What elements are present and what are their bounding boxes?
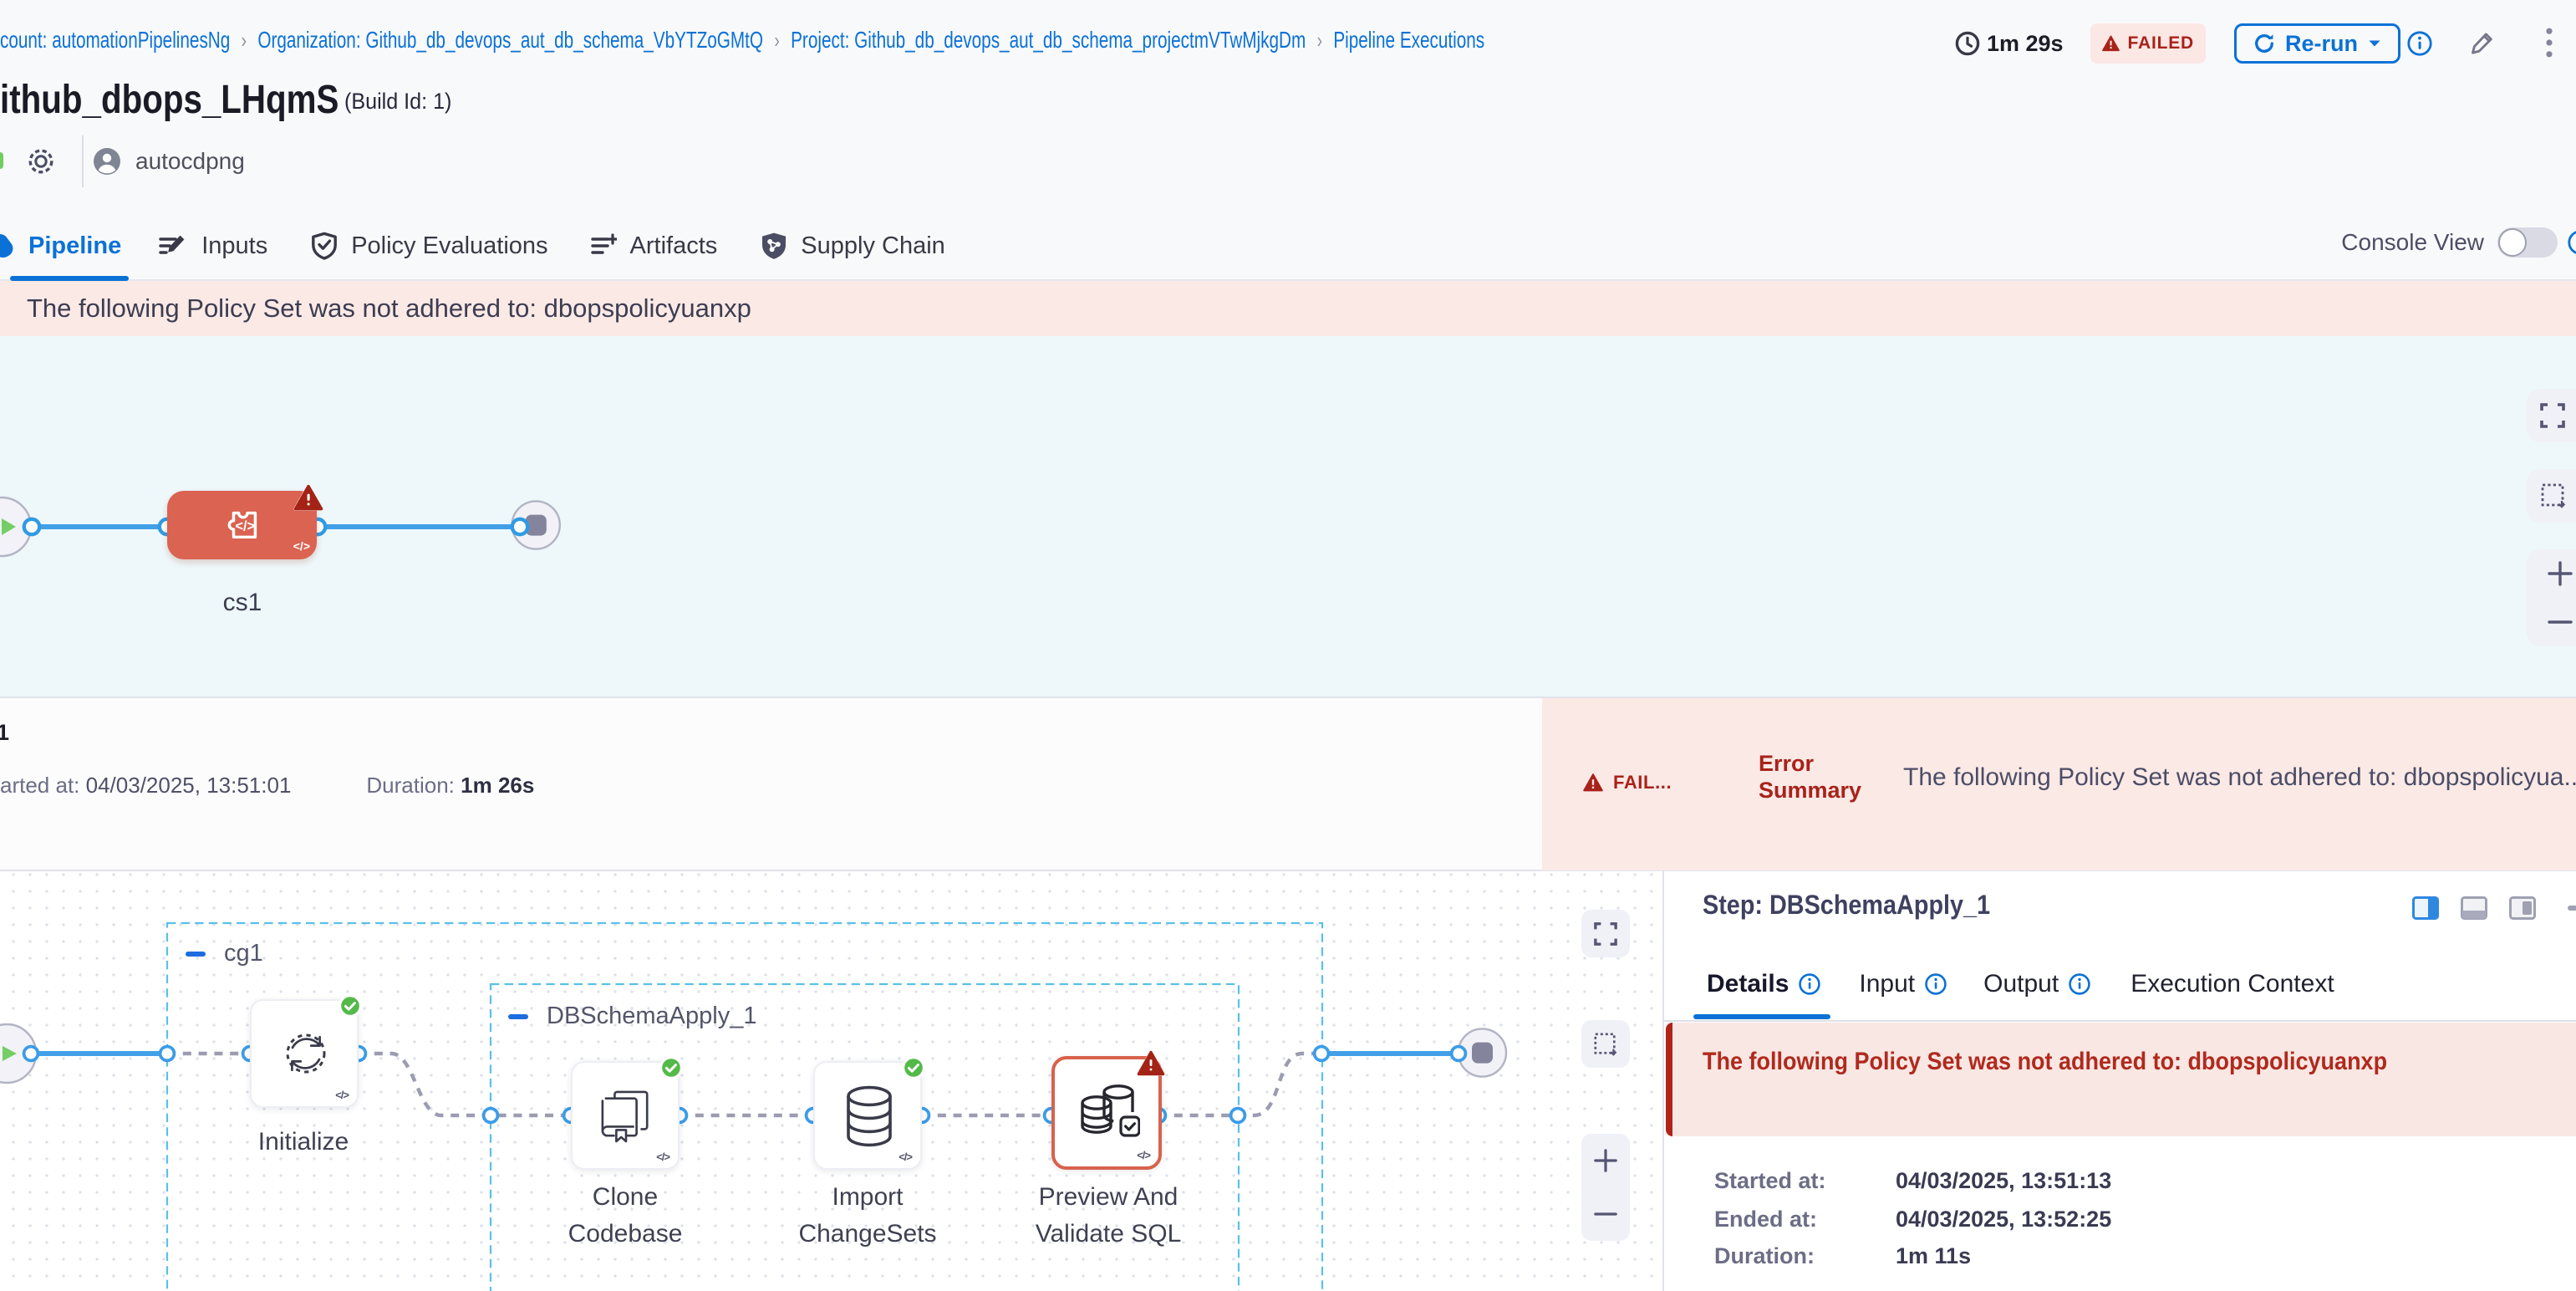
svg-text:</>: </> <box>236 518 256 533</box>
